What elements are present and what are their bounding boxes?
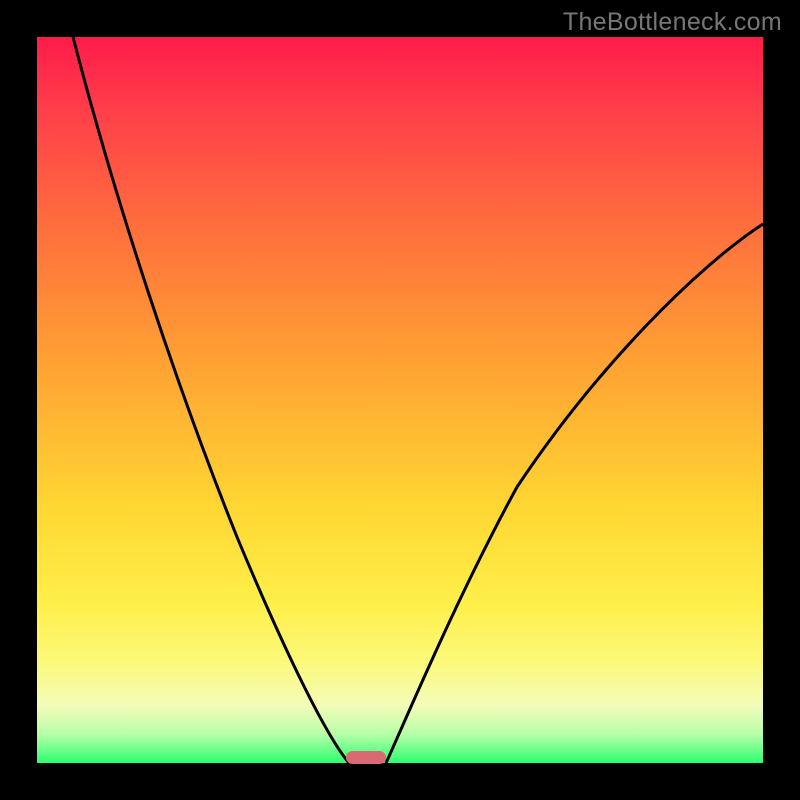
curve-right-arm (386, 224, 763, 763)
chart-plot-area (37, 37, 763, 763)
watermark-text: TheBottleneck.com (563, 8, 782, 37)
chart-frame: TheBottleneck.com (0, 0, 800, 800)
bottleneck-marker (346, 751, 386, 764)
chart-curve (37, 37, 763, 763)
curve-left-arm (73, 37, 349, 763)
